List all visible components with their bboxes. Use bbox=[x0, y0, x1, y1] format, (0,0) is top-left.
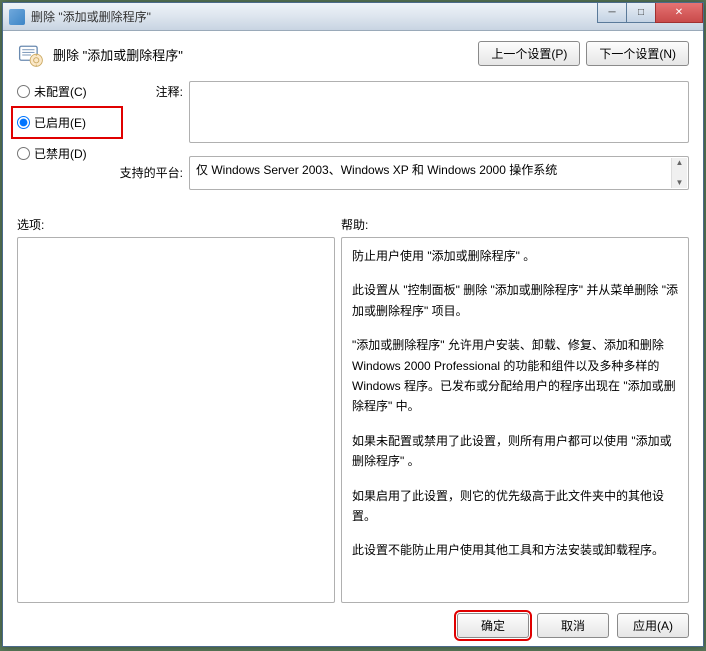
content-area: 删除 "添加或删除程序" 上一个设置(P) 下一个设置(N) 未配置(C) 已启… bbox=[3, 31, 703, 646]
radio-not-configured[interactable]: 未配置(C) bbox=[17, 83, 117, 100]
help-paragraph: 防止用户使用 "添加或删除程序" 。 bbox=[352, 246, 678, 266]
radio-disabled-label: 已禁用(D) bbox=[34, 145, 87, 162]
radio-disabled-input[interactable] bbox=[17, 147, 30, 160]
dialog-window: 删除 "添加或删除程序" ─ □ ✕ 删除 "添加或删除程序" bbox=[2, 2, 704, 647]
ok-button[interactable]: 确定 bbox=[457, 613, 529, 638]
radio-not-configured-input[interactable] bbox=[17, 85, 30, 98]
help-paragraph: 如果启用了此设置，则它的优先级高于此文件夹中的其他设置。 bbox=[352, 486, 678, 527]
policy-title: 删除 "添加或删除程序" bbox=[53, 45, 478, 64]
panel-labels-row: 选项: 帮助: bbox=[17, 216, 689, 233]
platform-label: 支持的平台: bbox=[117, 156, 189, 190]
options-label: 选项: bbox=[17, 216, 341, 233]
app-icon bbox=[9, 9, 25, 25]
footer-buttons: 确定 取消 应用(A) bbox=[17, 603, 689, 638]
close-button[interactable]: ✕ bbox=[655, 3, 703, 23]
help-label: 帮助: bbox=[341, 216, 368, 233]
radio-disabled[interactable]: 已禁用(D) bbox=[17, 145, 117, 162]
platform-row: 支持的平台: 仅 Windows Server 2003、Windows XP … bbox=[117, 156, 689, 190]
supported-platforms-box: 仅 Windows Server 2003、Windows XP 和 Windo… bbox=[189, 156, 689, 190]
nav-buttons: 上一个设置(P) 下一个设置(N) bbox=[478, 41, 689, 66]
window-title: 删除 "添加或删除程序" bbox=[31, 8, 151, 25]
comment-label: 注释: bbox=[117, 81, 189, 146]
next-setting-button[interactable]: 下一个设置(N) bbox=[586, 41, 689, 66]
panels-row: 防止用户使用 "添加或删除程序" 。 此设置从 "控制面板" 删除 "添加或删除… bbox=[17, 237, 689, 603]
scroll-down-icon[interactable]: ▼ bbox=[672, 178, 687, 188]
prev-setting-button[interactable]: 上一个设置(P) bbox=[478, 41, 580, 66]
help-paragraph: 如果未配置或禁用了此设置，则所有用户都可以使用 "添加或删除程序" 。 bbox=[352, 431, 678, 472]
config-row: 未配置(C) 已启用(E) 已禁用(D) 注释: bbox=[17, 81, 689, 190]
titlebar[interactable]: 删除 "添加或删除程序" ─ □ ✕ bbox=[3, 3, 703, 31]
minimize-button[interactable]: ─ bbox=[597, 3, 627, 23]
policy-icon bbox=[17, 41, 45, 69]
radio-column: 未配置(C) 已启用(E) 已禁用(D) bbox=[17, 81, 117, 162]
comment-row: 注释: bbox=[117, 81, 689, 146]
help-paragraph: 此设置不能防止用户使用其他工具和方法安装或卸载程序。 bbox=[352, 540, 678, 560]
options-panel bbox=[17, 237, 335, 603]
radio-enabled[interactable]: 已启用(E) bbox=[11, 106, 123, 139]
comment-textarea[interactable] bbox=[189, 81, 689, 143]
radio-enabled-input[interactable] bbox=[17, 116, 30, 129]
radio-enabled-label: 已启用(E) bbox=[34, 114, 86, 131]
help-panel: 防止用户使用 "添加或删除程序" 。 此设置从 "控制面板" 删除 "添加或删除… bbox=[341, 237, 689, 603]
header-row: 删除 "添加或删除程序" 上一个设置(P) 下一个设置(N) bbox=[17, 41, 689, 69]
cancel-button[interactable]: 取消 bbox=[537, 613, 609, 638]
maximize-button[interactable]: □ bbox=[626, 3, 656, 23]
help-paragraph: 此设置从 "控制面板" 删除 "添加或删除程序" 并从菜单删除 "添加或删除程序… bbox=[352, 280, 678, 321]
radio-not-configured-label: 未配置(C) bbox=[34, 83, 87, 100]
apply-button[interactable]: 应用(A) bbox=[617, 613, 689, 638]
fields-column: 注释: 支持的平台: 仅 Windows Server 2003、Windows… bbox=[117, 81, 689, 190]
window-controls: ─ □ ✕ bbox=[598, 3, 703, 23]
platform-text: 仅 Windows Server 2003、Windows XP 和 Windo… bbox=[196, 163, 557, 177]
platform-scrollbar[interactable]: ▲ ▼ bbox=[671, 158, 687, 188]
scroll-up-icon[interactable]: ▲ bbox=[672, 158, 687, 168]
help-paragraph: "添加或删除程序" 允许用户安装、卸载、修复、添加和删除 Windows 200… bbox=[352, 335, 678, 417]
